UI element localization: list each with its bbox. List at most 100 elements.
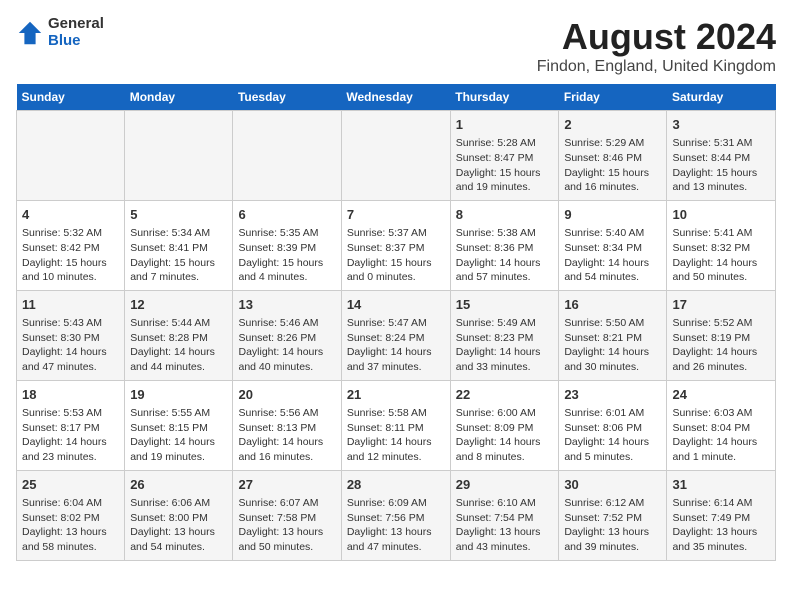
calendar-header-cell: Tuesday [233, 84, 341, 111]
day-info: Sunrise: 5:55 AMSunset: 8:15 PMDaylight:… [130, 406, 227, 465]
logo-general: General [48, 16, 104, 33]
day-number: 27 [238, 476, 335, 494]
calendar-day-cell: 28 Sunrise: 6:09 AMSunset: 7:56 PMDayligh… [341, 470, 450, 560]
logo-blue: Blue [48, 33, 104, 50]
day-number: 1 [456, 116, 554, 134]
calendar-week-row: 25 Sunrise: 6:04 AMSunset: 8:02 PMDayligh… [17, 470, 776, 560]
calendar-day-cell: 6 Sunrise: 5:35 AMSunset: 8:39 PMDaylight… [233, 200, 341, 290]
day-number: 7 [347, 206, 445, 224]
day-info: Sunrise: 5:46 AMSunset: 8:26 PMDaylight:… [238, 316, 335, 375]
day-number: 29 [456, 476, 554, 494]
day-info: Sunrise: 5:28 AMSunset: 8:47 PMDaylight:… [456, 136, 554, 195]
calendar-day-cell: 13Sunrise: 5:46 AMSunset: 8:26 PMDayligh… [233, 290, 341, 380]
calendar-week-row: 18 Sunrise: 5:53 AMSunset: 8:17 PMDayligh… [17, 380, 776, 470]
main-title: August 2024 [537, 16, 776, 58]
day-number: 16 [564, 296, 661, 314]
day-info: Sunrise: 5:32 AMSunset: 8:42 PMDaylight:… [22, 226, 119, 285]
calendar-day-cell: 22 Sunrise: 6:00 AMSunset: 8:09 PMDayligh… [450, 380, 559, 470]
day-info: Sunrise: 5:43 AMSunset: 8:30 PMDaylight:… [22, 316, 119, 375]
day-number: 25 [22, 476, 119, 494]
day-number: 9 [564, 206, 661, 224]
day-info: Sunrise: 5:56 AMSunset: 8:13 PMDaylight:… [238, 406, 335, 465]
day-info: Sunrise: 5:52 AMSunset: 8:19 PMDaylight:… [672, 316, 770, 375]
day-number: 4 [22, 206, 119, 224]
day-number: 2 [564, 116, 661, 134]
calendar-day-cell: 23 Sunrise: 6:01 AMSunset: 8:06 PMDayligh… [559, 380, 667, 470]
calendar-header-cell: Wednesday [341, 84, 450, 111]
day-number: 15 [456, 296, 554, 314]
day-info: Sunrise: 6:01 AMSunset: 8:06 PMDaylight:… [564, 406, 661, 465]
day-number: 8 [456, 206, 554, 224]
calendar-day-cell: 20 Sunrise: 5:56 AMSunset: 8:13 PMDayligh… [233, 380, 341, 470]
day-info: Sunrise: 6:07 AMSunset: 7:58 PMDaylight:… [238, 496, 335, 555]
calendar-day-cell: 12Sunrise: 5:44 AMSunset: 8:28 PMDayligh… [125, 290, 233, 380]
calendar-day-cell [341, 111, 450, 201]
day-info: Sunrise: 6:12 AMSunset: 7:52 PMDaylight:… [564, 496, 661, 555]
logo: General Blue [16, 16, 104, 49]
calendar-day-cell: 3 Sunrise: 5:31 AMSunset: 8:44 PMDaylight… [667, 111, 776, 201]
day-number: 23 [564, 386, 661, 404]
day-number: 10 [672, 206, 770, 224]
logo-text: General Blue [48, 16, 104, 49]
calendar-body: 1 Sunrise: 5:28 AMSunset: 8:47 PMDaylight… [17, 111, 776, 561]
calendar-header-cell: Monday [125, 84, 233, 111]
calendar-day-cell [17, 111, 125, 201]
calendar-day-cell [125, 111, 233, 201]
day-info: Sunrise: 5:53 AMSunset: 8:17 PMDaylight:… [22, 406, 119, 465]
day-info: Sunrise: 6:00 AMSunset: 8:09 PMDaylight:… [456, 406, 554, 465]
day-number: 19 [130, 386, 227, 404]
day-number: 6 [238, 206, 335, 224]
day-number: 22 [456, 386, 554, 404]
calendar-table: SundayMondayTuesdayWednesdayThursdayFrid… [16, 84, 776, 561]
day-number: 21 [347, 386, 445, 404]
calendar-day-cell: 5Sunrise: 5:34 AMSunset: 8:41 PMDaylight… [125, 200, 233, 290]
day-info: Sunrise: 6:09 AMSunset: 7:56 PMDaylight:… [347, 496, 445, 555]
calendar-day-cell: 8 Sunrise: 5:38 AMSunset: 8:36 PMDaylight… [450, 200, 559, 290]
day-number: 30 [564, 476, 661, 494]
calendar-week-row: 1 Sunrise: 5:28 AMSunset: 8:47 PMDaylight… [17, 111, 776, 201]
calendar-header-row: SundayMondayTuesdayWednesdayThursdayFrid… [17, 84, 776, 111]
day-number: 18 [22, 386, 119, 404]
calendar-day-cell: 1 Sunrise: 5:28 AMSunset: 8:47 PMDaylight… [450, 111, 559, 201]
title-block: August 2024 Findon, England, United King… [537, 16, 776, 76]
calendar-day-cell: 17Sunrise: 5:52 AMSunset: 8:19 PMDayligh… [667, 290, 776, 380]
day-info: Sunrise: 5:35 AMSunset: 8:39 PMDaylight:… [238, 226, 335, 285]
day-info: Sunrise: 5:38 AMSunset: 8:36 PMDaylight:… [456, 226, 554, 285]
calendar-day-cell: 18 Sunrise: 5:53 AMSunset: 8:17 PMDayligh… [17, 380, 125, 470]
calendar-day-cell: 24Sunrise: 6:03 AMSunset: 8:04 PMDayligh… [667, 380, 776, 470]
day-number: 12 [130, 296, 227, 314]
day-info: Sunrise: 5:29 AMSunset: 8:46 PMDaylight:… [564, 136, 661, 195]
calendar-day-cell: 29 Sunrise: 6:10 AMSunset: 7:54 PMDayligh… [450, 470, 559, 560]
calendar-day-cell: 27 Sunrise: 6:07 AMSunset: 7:58 PMDayligh… [233, 470, 341, 560]
calendar-header-cell: Friday [559, 84, 667, 111]
day-number: 14 [347, 296, 445, 314]
day-number: 3 [672, 116, 770, 134]
calendar-day-cell: 2 Sunrise: 5:29 AMSunset: 8:46 PMDaylight… [559, 111, 667, 201]
day-info: Sunrise: 6:04 AMSunset: 8:02 PMDaylight:… [22, 496, 119, 555]
day-info: Sunrise: 6:10 AMSunset: 7:54 PMDaylight:… [456, 496, 554, 555]
calendar-header-cell: Sunday [17, 84, 125, 111]
calendar-day-cell: 21 Sunrise: 5:58 AMSunset: 8:11 PMDayligh… [341, 380, 450, 470]
calendar-day-cell: 16 Sunrise: 5:50 AMSunset: 8:21 PMDayligh… [559, 290, 667, 380]
logo-icon [16, 19, 44, 47]
calendar-day-cell: 4 Sunrise: 5:32 AMSunset: 8:42 PMDaylight… [17, 200, 125, 290]
day-info: Sunrise: 5:49 AMSunset: 8:23 PMDaylight:… [456, 316, 554, 375]
calendar-week-row: 4 Sunrise: 5:32 AMSunset: 8:42 PMDaylight… [17, 200, 776, 290]
day-number: 5 [130, 206, 227, 224]
day-info: Sunrise: 5:58 AMSunset: 8:11 PMDaylight:… [347, 406, 445, 465]
day-info: Sunrise: 5:40 AMSunset: 8:34 PMDaylight:… [564, 226, 661, 285]
calendar-header-cell: Saturday [667, 84, 776, 111]
day-info: Sunrise: 6:14 AMSunset: 7:49 PMDaylight:… [672, 496, 770, 555]
day-info: Sunrise: 6:03 AMSunset: 8:04 PMDaylight:… [672, 406, 770, 465]
day-info: Sunrise: 5:31 AMSunset: 8:44 PMDaylight:… [672, 136, 770, 195]
calendar-day-cell [233, 111, 341, 201]
day-info: Sunrise: 5:50 AMSunset: 8:21 PMDaylight:… [564, 316, 661, 375]
calendar-day-cell: 19 Sunrise: 5:55 AMSunset: 8:15 PMDayligh… [125, 380, 233, 470]
subtitle: Findon, England, United Kingdom [537, 58, 776, 76]
calendar-day-cell: 26Sunrise: 6:06 AMSunset: 8:00 PMDayligh… [125, 470, 233, 560]
day-info: Sunrise: 5:37 AMSunset: 8:37 PMDaylight:… [347, 226, 445, 285]
day-number: 28 [347, 476, 445, 494]
day-number: 20 [238, 386, 335, 404]
day-info: Sunrise: 6:06 AMSunset: 8:00 PMDaylight:… [130, 496, 227, 555]
calendar-day-cell: 10Sunrise: 5:41 AMSunset: 8:32 PMDayligh… [667, 200, 776, 290]
